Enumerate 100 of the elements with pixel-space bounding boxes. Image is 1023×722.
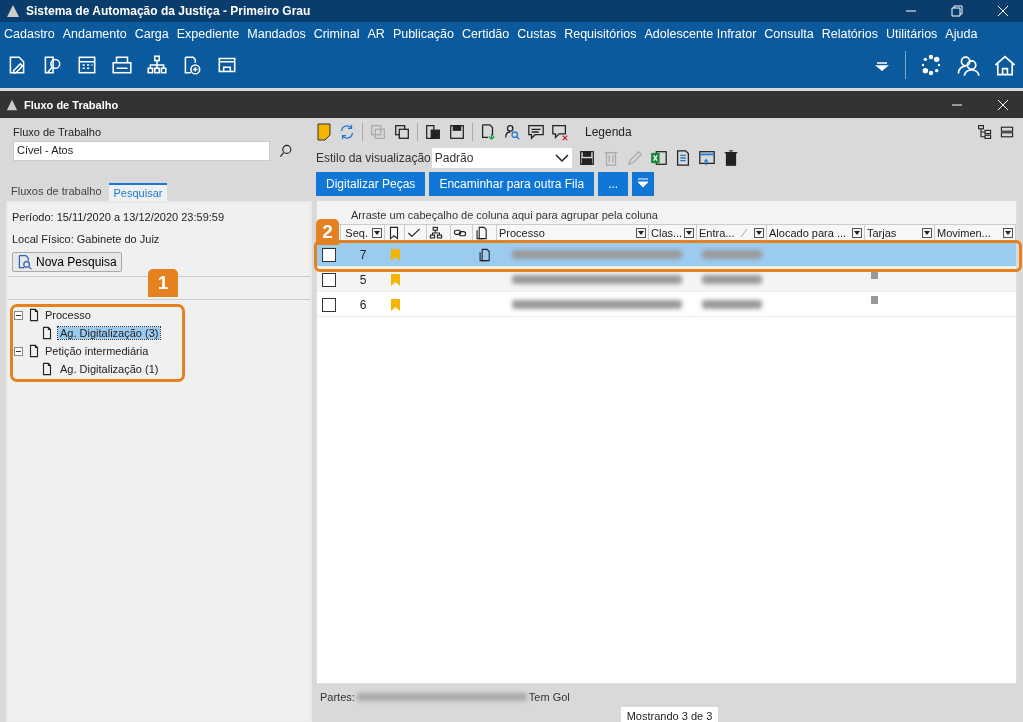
- restore-icon: [951, 5, 963, 17]
- user-search-icon[interactable]: [503, 123, 521, 141]
- filter-dropdown-icon[interactable]: [756, 231, 762, 235]
- printer-icon[interactable]: [111, 54, 133, 76]
- tab[interactable]: Fluxos de trabalho: [6, 183, 107, 201]
- hierarchy-icon: [429, 226, 443, 240]
- workflow-field[interactable]: Cível - Atos: [13, 141, 270, 161]
- new-search-button[interactable]: Nova Pesquisa: [12, 252, 122, 272]
- copy-check-icon[interactable]: [369, 123, 387, 141]
- table-row[interactable]: 7: [317, 242, 1016, 267]
- collapse-toggle[interactable]: [14, 346, 23, 356]
- filter-dropdown-icon[interactable]: [854, 231, 860, 235]
- document-icon: [40, 362, 54, 376]
- menu-item[interactable]: Adolescente Infrator: [644, 26, 757, 41]
- location-text: Local Físico: Gabinete do Juiz: [12, 233, 160, 245]
- check-icon: [407, 226, 421, 240]
- menu-item[interactable]: Publicação: [392, 26, 455, 41]
- dropdown-button[interactable]: [632, 172, 655, 196]
- group-by-hint: Arraste um cabeçalho de coluna aqui para agrupar pela coluna: [317, 201, 1016, 225]
- comment-delete-icon[interactable]: [551, 123, 569, 141]
- menu-item[interactable]: Relatórios: [821, 26, 878, 41]
- bookmark-icon: [390, 248, 400, 261]
- menu-item[interactable]: Expediente: [176, 26, 240, 41]
- document-export-icon[interactable]: [479, 123, 497, 141]
- save-icon[interactable]: [577, 149, 596, 167]
- menu-item[interactable]: Mandados: [247, 26, 306, 41]
- hierarchy-icon[interactable]: [146, 54, 168, 76]
- filter-dropdown-icon[interactable]: [374, 231, 380, 235]
- menu-item[interactable]: Utilitários: [885, 26, 938, 41]
- menu-item[interactable]: Consulta: [764, 26, 814, 41]
- menu-item[interactable]: Ajuda: [945, 26, 978, 41]
- tree-item[interactable]: Ag. Digitalização (3): [58, 327, 161, 339]
- panel-title: Fluxo de Trabalho: [24, 98, 119, 111]
- refresh-icon[interactable]: [338, 123, 356, 141]
- tree-view-icon[interactable]: [977, 124, 993, 140]
- view-style-dropdown[interactable]: Padrão: [431, 148, 572, 168]
- field-label: Fluxo de Trabalho: [13, 126, 103, 138]
- menu-item[interactable]: Carga: [134, 26, 169, 41]
- document-icon: [27, 308, 41, 322]
- parties-label: Partes:: [320, 691, 355, 703]
- close-icon: [997, 5, 1009, 17]
- bookmark-icon: [387, 226, 401, 240]
- table-cell: 7: [359, 247, 367, 262]
- document-search-icon: [17, 254, 33, 270]
- row-checkbox[interactable]: [322, 272, 336, 287]
- view-style-label: Estilo da visualização: [316, 151, 431, 165]
- menu-item[interactable]: Cadastro: [4, 26, 55, 41]
- menu-item[interactable]: Requisitórios: [564, 26, 637, 41]
- users-icon[interactable]: [956, 53, 980, 77]
- tree-item[interactable]: Processo: [45, 309, 91, 321]
- attachment-icon: [475, 226, 489, 240]
- app-logo-icon: [6, 4, 20, 18]
- blurred-text: [702, 275, 762, 284]
- action-button[interactable]: ...: [598, 172, 629, 196]
- blurred-text: [702, 300, 762, 309]
- comment-icon[interactable]: [527, 123, 545, 141]
- bookmark-icon: [390, 273, 400, 286]
- action-button[interactable]: Encaminhar para outra Fila: [429, 172, 595, 196]
- menu-item[interactable]: Certidão: [462, 26, 510, 41]
- callout-badge: 2: [316, 219, 339, 245]
- collapse-toggle[interactable]: [14, 310, 23, 320]
- sort-icon: [740, 228, 749, 238]
- legend-link[interactable]: Legenda: [585, 125, 632, 139]
- save-icon[interactable]: [448, 123, 466, 141]
- home-icon[interactable]: [993, 53, 1017, 77]
- tree-item[interactable]: Ag. Digitalização (1): [58, 363, 161, 375]
- tree-item[interactable]: Petição intermediária: [45, 345, 149, 357]
- table-cell: 6: [359, 297, 367, 312]
- attachment-icon: [478, 247, 492, 262]
- row-checkbox[interactable]: [322, 247, 336, 262]
- note-icon[interactable]: [316, 123, 332, 141]
- table-row[interactable]: 6: [317, 292, 1016, 317]
- excel-icon[interactable]: [649, 149, 668, 167]
- chevron-down-icon: [554, 153, 569, 163]
- menu-item[interactable]: Custas: [517, 26, 557, 41]
- filter-dropdown-icon[interactable]: [1005, 231, 1011, 235]
- menu-item[interactable]: Criminal: [313, 26, 360, 41]
- loading-icon[interactable]: [919, 53, 943, 77]
- row-checkbox[interactable]: [322, 297, 336, 312]
- parties-text: Tem Gol: [528, 691, 570, 703]
- menu-item[interactable]: AR: [367, 26, 385, 41]
- record-count: Mostrando 3 de 3: [620, 707, 719, 722]
- list-view-icon[interactable]: [999, 124, 1015, 140]
- dropdown-icon: [637, 178, 650, 188]
- filter-dropdown-icon[interactable]: [686, 231, 692, 235]
- calendar-icon[interactable]: [76, 54, 98, 76]
- table-cell: 5: [359, 272, 367, 287]
- menu-item[interactable]: Andamento: [62, 26, 127, 41]
- filter-dropdown-icon[interactable]: [638, 231, 644, 235]
- callout-badge: 1: [148, 269, 178, 297]
- copy-icon[interactable]: [393, 123, 411, 141]
- blurred-text: [702, 250, 762, 259]
- filter-dropdown-icon[interactable]: [924, 231, 930, 235]
- tab[interactable]: Pesquisar: [108, 183, 168, 201]
- app-logo-icon: [6, 98, 18, 111]
- action-button[interactable]: Digitalizar Peças: [316, 172, 426, 196]
- save-copy-icon[interactable]: [424, 123, 442, 141]
- search-icon[interactable]: [278, 143, 294, 159]
- bookmark-icon: [390, 298, 400, 311]
- document-icon: [40, 326, 54, 340]
